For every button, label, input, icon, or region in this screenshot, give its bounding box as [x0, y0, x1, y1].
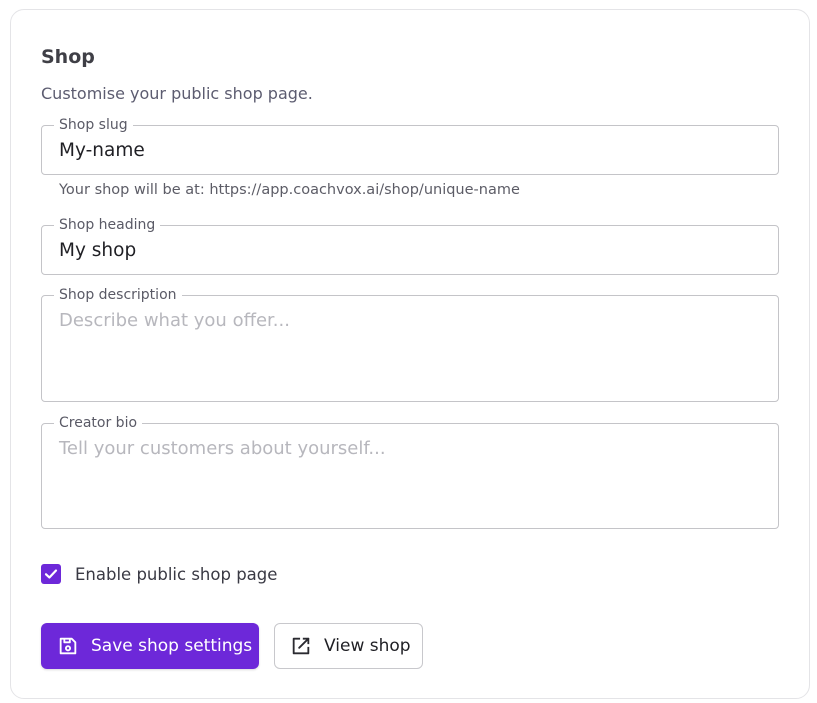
shop-description-label: Shop description — [54, 286, 182, 304]
view-shop-label: View shop — [324, 636, 411, 656]
shop-slug-field[interactable]: Shop slug My-name — [41, 116, 779, 175]
section-subtitle: Customise your public shop page. — [41, 84, 313, 103]
external-link-icon — [292, 637, 310, 655]
creator-bio-label: Creator bio — [54, 414, 143, 432]
shop-description-textarea[interactable]: Describe what you offer... — [59, 310, 290, 331]
creator-bio-field[interactable]: Creator bio Tell your customers about yo… — [41, 414, 779, 529]
section-title: Shop — [41, 46, 95, 68]
view-shop-button[interactable]: View shop — [274, 623, 423, 669]
shop-description-field[interactable]: Shop description Describe what you offer… — [41, 286, 779, 402]
shop-slug-helper: Your shop will be at: https://app.coachv… — [59, 182, 520, 198]
shop-heading-label: Shop heading — [54, 216, 161, 234]
shop-slug-label: Shop slug — [54, 116, 133, 134]
floppy-disk-icon — [59, 637, 77, 655]
creator-bio-textarea[interactable]: Tell your customers about yourself... — [59, 438, 386, 459]
shop-settings-card: Shop Customise your public shop page. Sh… — [10, 9, 810, 699]
enable-shop-row[interactable]: Enable public shop page — [41, 564, 277, 584]
shop-heading-field[interactable]: Shop heading My shop — [41, 216, 779, 275]
save-shop-settings-button[interactable]: Save shop settings — [41, 623, 259, 669]
enable-shop-label: Enable public shop page — [75, 564, 278, 584]
save-shop-settings-label: Save shop settings — [91, 636, 253, 656]
shop-heading-input[interactable]: My shop — [59, 240, 136, 261]
shop-slug-input[interactable]: My-name — [59, 140, 145, 161]
enable-shop-checkbox[interactable] — [41, 564, 61, 584]
checkmark-icon — [44, 569, 58, 579]
